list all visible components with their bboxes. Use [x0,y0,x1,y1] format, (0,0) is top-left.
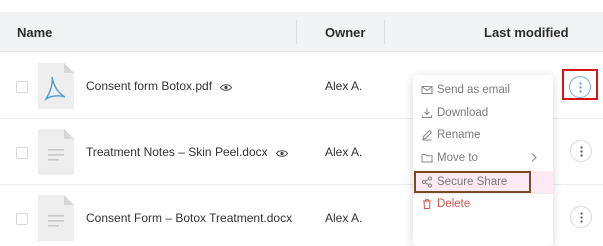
more-options-button-active[interactable] [569,76,591,98]
file-owner: Alex A. [325,145,363,159]
column-header-owner[interactable]: Owner [325,25,365,40]
menu-item-delete[interactable]: Delete [413,193,553,215]
menu-item-label: Download [437,107,489,119]
menu-item-send-as-email[interactable]: Send as email [413,79,553,101]
more-vertical-icon [580,146,583,157]
chevron-right-icon [531,153,537,162]
pencil-icon [422,129,433,141]
column-header-name[interactable]: Name [17,25,52,40]
menu-item-label: Delete [437,198,471,210]
table-header: Name Owner Last modified [0,12,603,52]
row-checkbox[interactable] [16,213,28,225]
mail-icon [421,86,433,94]
file-name[interactable]: Consent form Botox.pdf [86,79,233,93]
menu-item-label: Send as email [437,84,510,96]
eye-icon[interactable] [275,149,288,158]
menu-item-move-to[interactable]: Move to [413,147,553,169]
file-owner: Alex A. [325,79,363,93]
menu-item-download[interactable]: Download [413,102,553,124]
file-name[interactable]: Treatment Notes – Skin Peel.docx [86,145,288,159]
more-vertical-icon [579,82,582,93]
folder-icon [421,154,433,163]
menu-item-label: Move to [437,152,478,164]
column-divider [384,20,385,44]
row-checkbox[interactable] [16,81,28,93]
column-divider [296,20,297,44]
more-options-button[interactable] [570,140,592,162]
eye-icon[interactable] [220,83,233,92]
pdf-file-icon [38,63,74,109]
file-context-menu: Send as email Download Rename Move to Se… [413,75,553,246]
menu-item-rename[interactable]: Rename [413,124,553,146]
file-owner: Alex A. [325,211,363,225]
column-header-last-modified[interactable]: Last modified [484,25,569,40]
doc-file-icon [38,195,74,241]
menu-item-label: Rename [437,129,481,141]
annotation-highlight-secure-share [414,171,531,193]
more-vertical-icon [580,212,583,223]
file-name[interactable]: Consent Form – Botox Treatment.docx [86,211,292,225]
download-icon [422,108,432,118]
trash-icon [423,199,431,209]
row-checkbox[interactable] [16,147,28,159]
doc-file-icon [38,129,74,175]
more-options-button[interactable] [570,206,592,228]
